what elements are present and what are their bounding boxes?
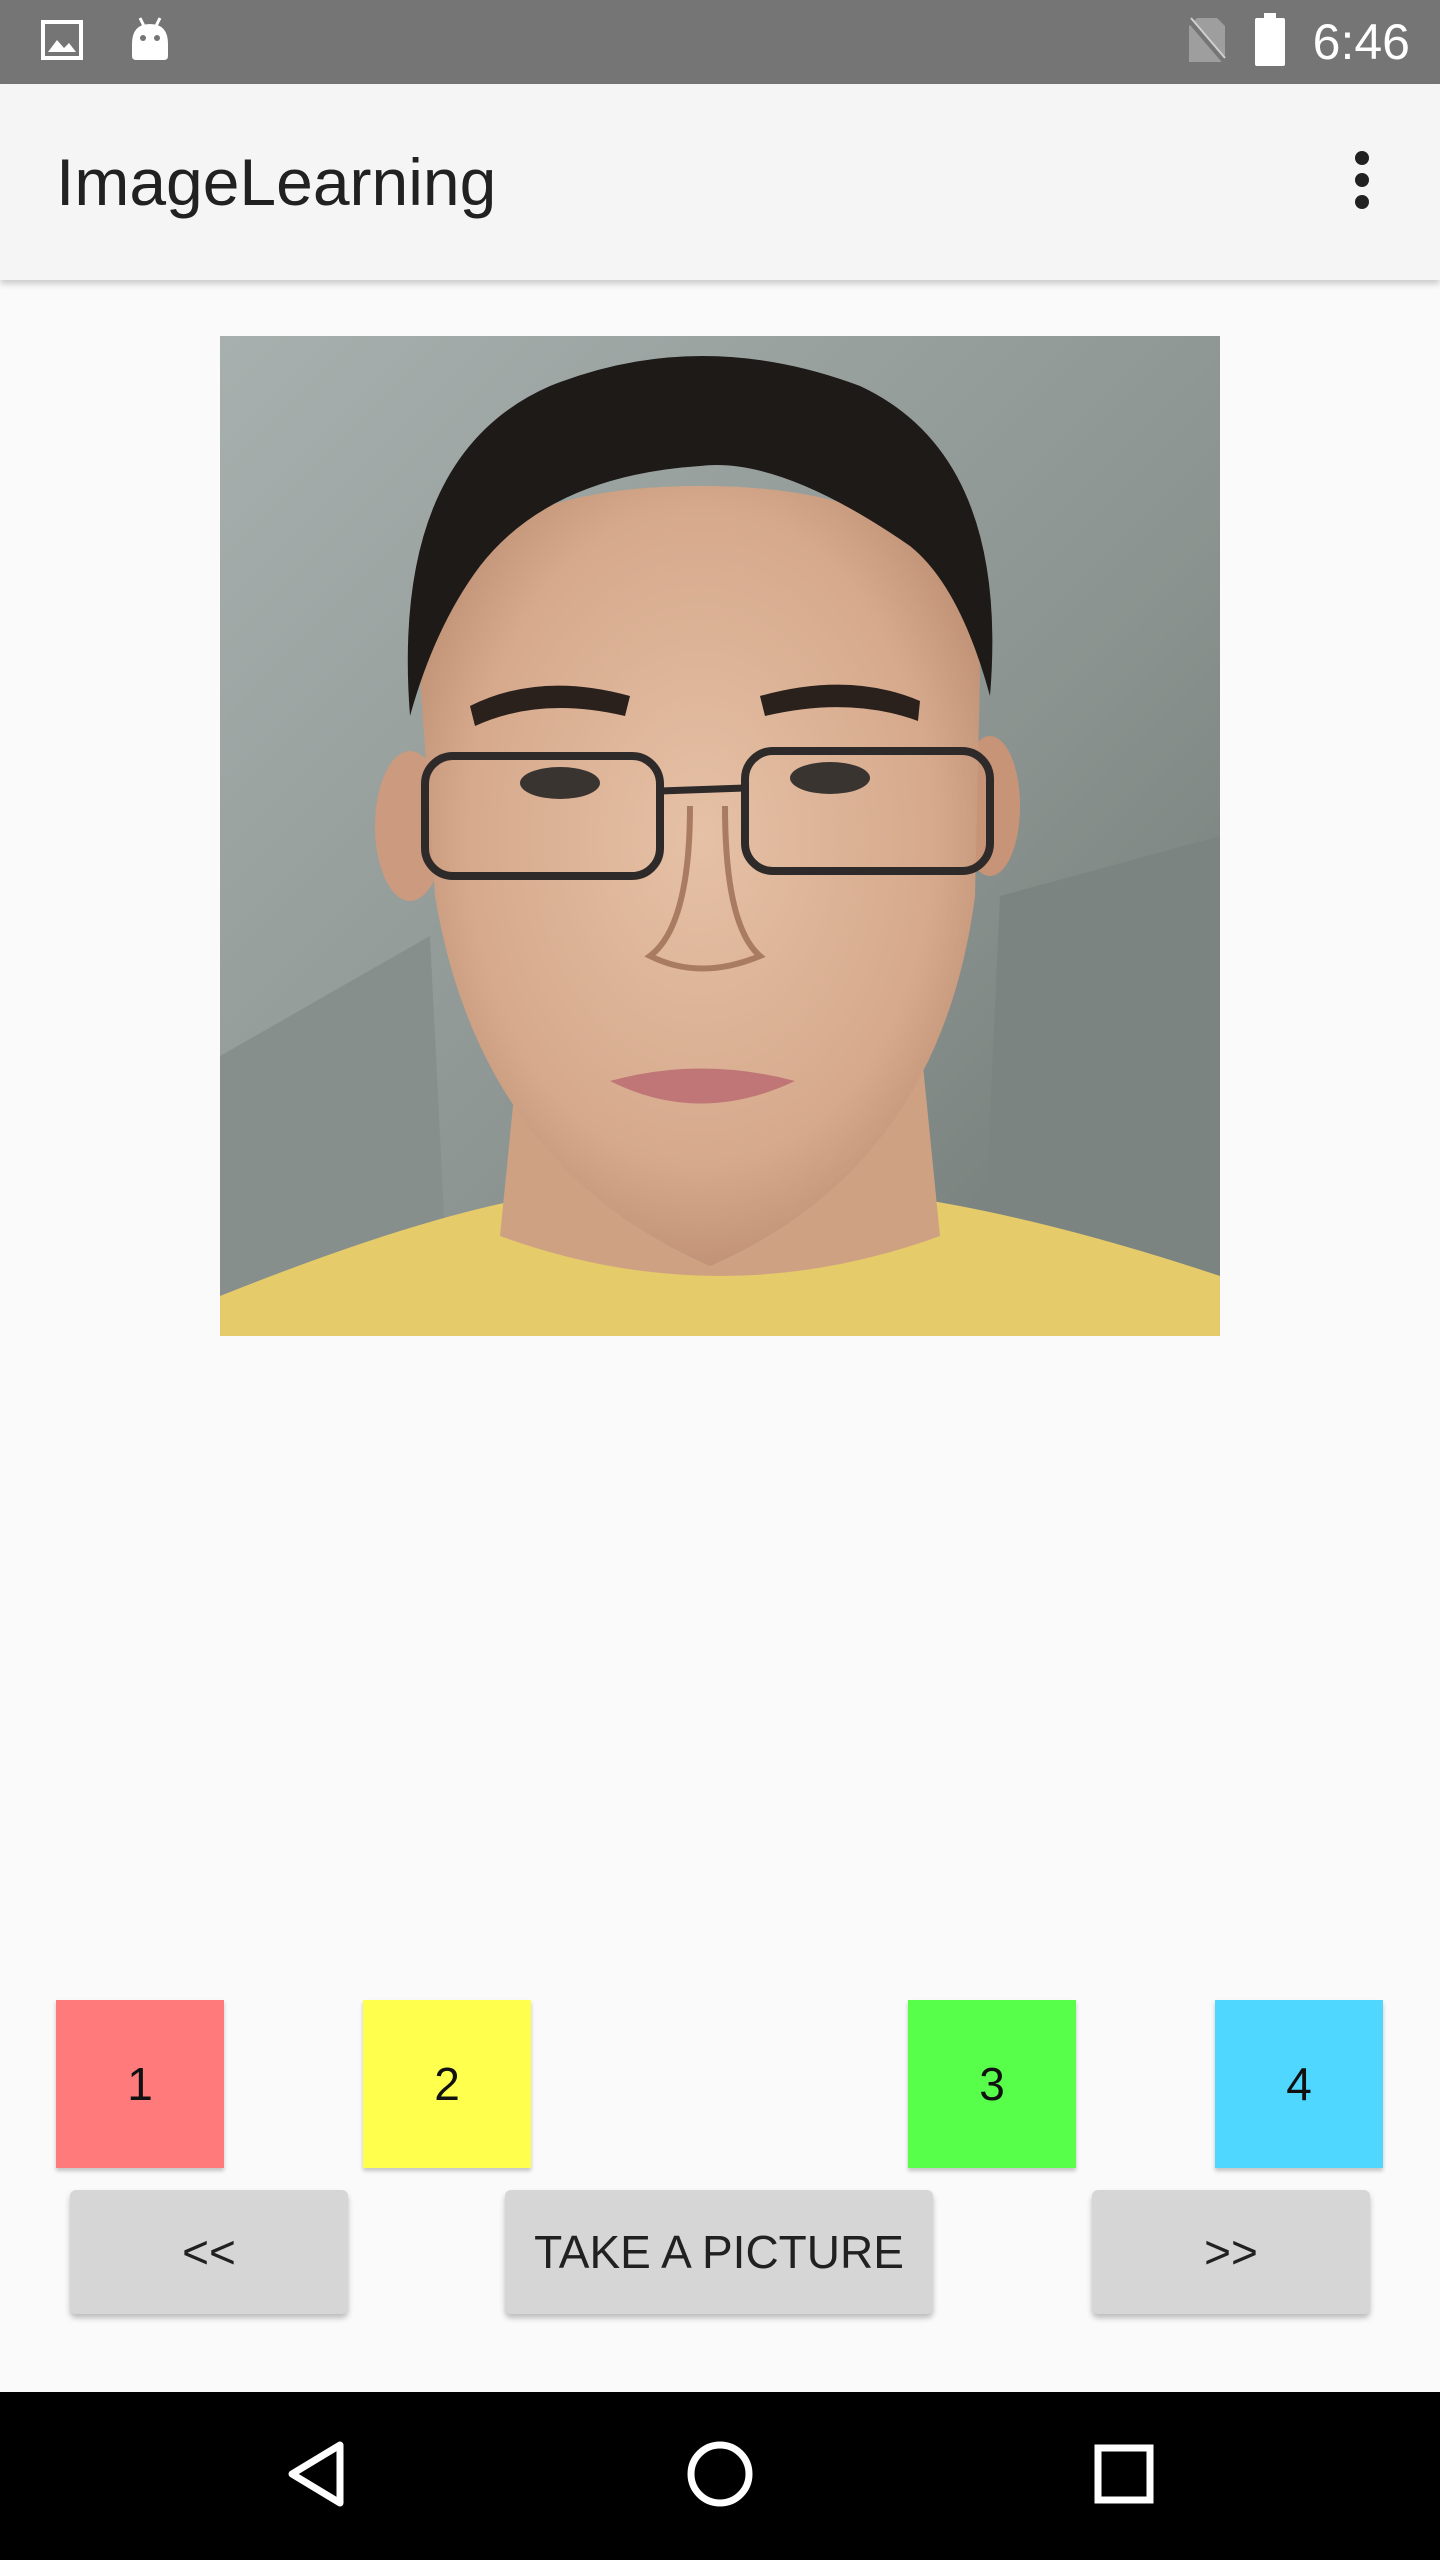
take-picture-label: TAKE A PICTURE <box>534 2226 904 2278</box>
app-bar: ImageLearning <box>0 84 1440 280</box>
home-circle-icon <box>685 2439 755 2514</box>
battery-icon <box>1253 12 1287 72</box>
image-notification-icon <box>40 18 84 67</box>
take-picture-button[interactable]: TAKE A PICTURE <box>505 2190 933 2314</box>
category-label: 1 <box>127 2058 153 2110</box>
more-vert-icon <box>1352 150 1372 215</box>
captured-photo <box>220 336 1220 1336</box>
overflow-menu-button[interactable] <box>1314 134 1410 230</box>
app-title: ImageLearning <box>56 145 497 219</box>
recents-square-icon <box>1092 2442 1156 2511</box>
category-button-1[interactable]: 1 <box>56 2000 224 2168</box>
category-button-3[interactable]: 3 <box>908 2000 1076 2168</box>
category-label: 3 <box>979 2058 1005 2110</box>
screen: 6:46 ImageLearning 1 2 3 4 << TAKE A PIC… <box>0 0 1440 2560</box>
no-sim-icon <box>1186 16 1227 69</box>
recents-button[interactable] <box>1074 2426 1174 2526</box>
home-button[interactable] <box>670 2426 770 2526</box>
back-button[interactable] <box>266 2426 366 2526</box>
status-time: 6:46 <box>1312 14 1410 70</box>
back-triangle-icon <box>284 2439 348 2514</box>
category-button-2[interactable]: 2 <box>363 2000 531 2168</box>
previous-button[interactable]: << <box>70 2190 348 2314</box>
next-button[interactable]: >> <box>1092 2190 1370 2314</box>
previous-label: << <box>182 2226 236 2278</box>
next-label: >> <box>1204 2226 1258 2278</box>
navigation-bar <box>0 2392 1440 2560</box>
android-debug-icon <box>128 16 172 69</box>
status-bar: 6:46 <box>0 0 1440 84</box>
captured-face-photo <box>220 336 1220 1336</box>
category-button-4[interactable]: 4 <box>1215 2000 1383 2168</box>
category-label: 4 <box>1286 2058 1312 2110</box>
category-label: 2 <box>434 2058 460 2110</box>
